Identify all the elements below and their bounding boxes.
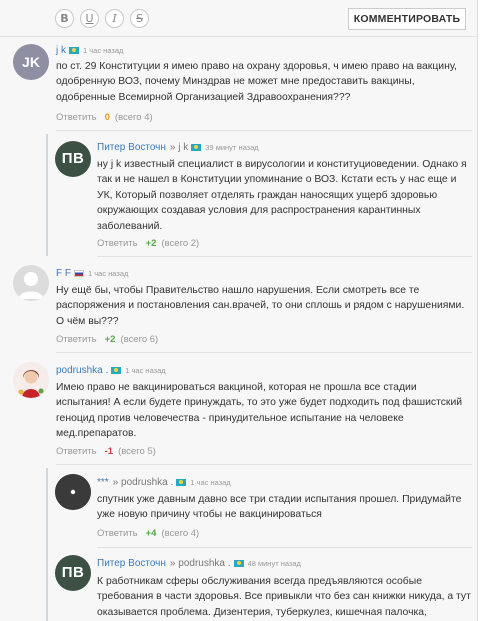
comment-meta: ***» podrushka . 1 час назад bbox=[97, 477, 231, 489]
author-link[interactable]: Питер Восточн bbox=[97, 558, 166, 569]
flag-kz-icon bbox=[69, 47, 79, 54]
author-link[interactable]: F F bbox=[56, 268, 71, 279]
avatar[interactable] bbox=[13, 362, 49, 398]
vote-score: 0 bbox=[104, 112, 110, 123]
reply-to: » podrushka . bbox=[112, 477, 174, 488]
reply-button[interactable]: Ответить bbox=[56, 446, 97, 457]
divider bbox=[0, 36, 478, 37]
divider bbox=[56, 130, 472, 131]
comment-actions: Ответить 0 (всего 4) bbox=[56, 112, 153, 123]
thread-line bbox=[46, 134, 48, 256]
reply-to-author[interactable]: j k bbox=[178, 142, 188, 153]
comment-actions: Ответить +2 (всего 6) bbox=[56, 334, 158, 345]
default-user-icon bbox=[18, 272, 44, 299]
vote-score: +2 bbox=[145, 238, 157, 249]
votes-total[interactable]: (всего 6) bbox=[120, 334, 158, 345]
avatar[interactable] bbox=[55, 474, 91, 510]
thread-line bbox=[46, 468, 48, 621]
timestamp[interactable]: 39 минут назад bbox=[205, 143, 258, 152]
comment-toolbar: B U I S КОММЕНТИРОВАТЬ bbox=[0, 0, 478, 36]
timestamp[interactable]: 1 час назад bbox=[125, 366, 165, 375]
flag-kz-icon bbox=[176, 479, 187, 486]
reply-button[interactable]: Ответить bbox=[97, 238, 138, 249]
author-link[interactable]: podrushka . bbox=[56, 365, 108, 376]
timestamp[interactable]: 1 час назад bbox=[190, 478, 230, 487]
divider bbox=[56, 464, 472, 465]
author-link[interactable]: j k bbox=[56, 45, 66, 56]
votes-total[interactable]: (всего 5) bbox=[118, 446, 156, 457]
reply-to-author[interactable]: podrushka . bbox=[178, 558, 230, 569]
author-link[interactable]: *** bbox=[97, 477, 109, 488]
comments-panel: B U I S КОММЕНТИРОВАТЬ JK j k 1 час назад… bbox=[0, 0, 478, 621]
underline-button[interactable]: U bbox=[80, 9, 99, 28]
flag-kz-icon bbox=[191, 144, 202, 151]
avatar[interactable]: JK bbox=[13, 44, 49, 80]
author-link[interactable]: Питер Восточн bbox=[97, 142, 166, 153]
reply-to: » j k bbox=[169, 142, 189, 153]
italic-button[interactable]: I bbox=[105, 9, 124, 28]
comment-actions: Ответить +2 (всего 2) bbox=[97, 238, 199, 249]
flag-ru-icon bbox=[74, 270, 84, 277]
timestamp[interactable]: 1 час назад bbox=[88, 269, 128, 278]
strikethrough-button[interactable]: S bbox=[130, 9, 149, 28]
anonymous-avatar-icon bbox=[55, 474, 91, 510]
reply-to: » podrushka . bbox=[169, 558, 231, 569]
avatar[interactable]: ПВ bbox=[55, 555, 91, 591]
timestamp[interactable]: 48 минут назад bbox=[248, 559, 301, 568]
reply-button[interactable]: Ответить bbox=[97, 528, 138, 539]
submit-comment-button[interactable]: КОММЕНТИРОВАТЬ bbox=[348, 8, 466, 30]
comment-text: Ну ещё бы, чтобы Правительство нашло нар… bbox=[56, 285, 465, 327]
comment-text: ну j k известный специалист в вирусологи… bbox=[97, 159, 467, 232]
divider bbox=[56, 352, 472, 353]
reply-to-author[interactable]: podrushka . bbox=[121, 477, 173, 488]
comment-meta: podrushka . 1 час назад bbox=[56, 365, 166, 377]
comment-text: К работникам сферы обслуживания всегда п… bbox=[97, 576, 471, 618]
reply-button[interactable]: Ответить bbox=[56, 112, 97, 123]
comment-actions: Ответить +4 (всего 4) bbox=[97, 528, 199, 539]
vote-score: +2 bbox=[104, 334, 116, 345]
avatar[interactable]: ПВ bbox=[55, 141, 91, 177]
flag-kz-icon bbox=[111, 367, 122, 374]
comment-text: спутник уже давным давно все три стадии … bbox=[97, 494, 462, 521]
comment-actions: Ответить -1 (всего 5) bbox=[56, 446, 156, 457]
vote-score: +4 bbox=[145, 528, 157, 539]
comment-meta: Питер Восточн» podrushka . 48 минут назад bbox=[97, 558, 301, 570]
comment-meta: j k 1 час назад bbox=[56, 45, 123, 57]
vote-score: -1 bbox=[104, 446, 114, 457]
votes-total[interactable]: (всего 4) bbox=[161, 528, 199, 539]
comment-meta: F F 1 час назад bbox=[56, 268, 128, 280]
timestamp[interactable]: 1 час назад bbox=[83, 46, 123, 55]
bold-button[interactable]: B bbox=[55, 9, 74, 28]
comment-text: по ст. 29 Конституции я имею право на ох… bbox=[56, 61, 457, 103]
votes-total[interactable]: (всего 2) bbox=[161, 238, 199, 249]
comment-meta: Питер Восточн» j k 39 минут назад bbox=[97, 142, 259, 154]
flag-kz-icon bbox=[233, 560, 244, 567]
avatar[interactable] bbox=[13, 265, 49, 301]
votes-total[interactable]: (всего 4) bbox=[115, 112, 153, 123]
divider bbox=[97, 547, 472, 548]
comment-text: Имею право не вакцинироваться вакциной, … bbox=[56, 382, 463, 440]
user-photo-icon bbox=[13, 362, 49, 398]
divider bbox=[97, 256, 472, 257]
reply-button[interactable]: Ответить bbox=[56, 334, 97, 345]
